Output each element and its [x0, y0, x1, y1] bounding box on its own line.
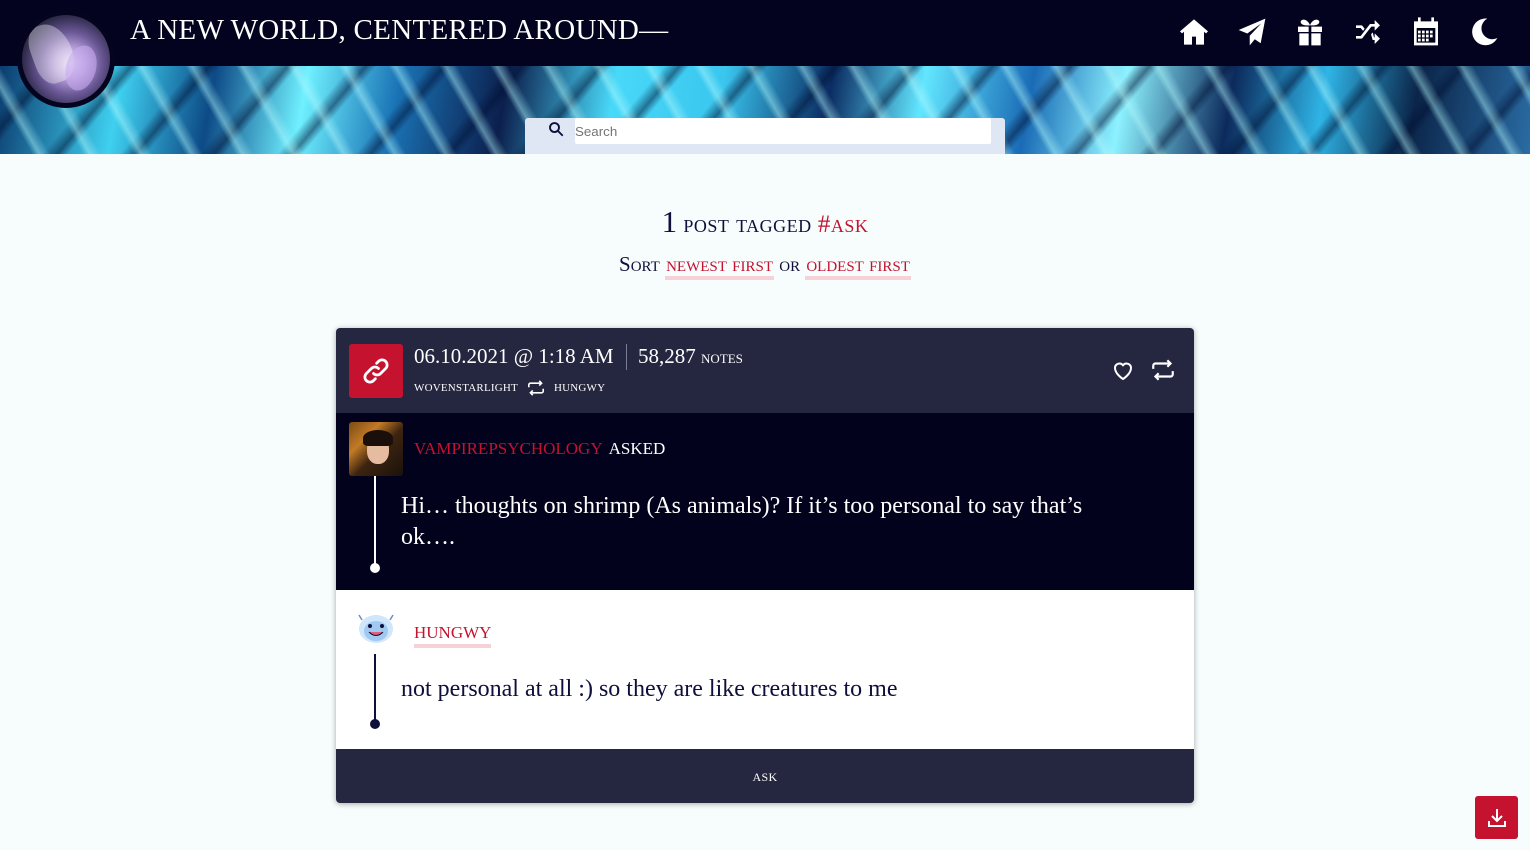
post-tags: ask [336, 749, 1194, 803]
sort-options: Sort newest first or oldest first [0, 252, 1530, 280]
sort-newest-link[interactable]: newest first [665, 252, 774, 280]
post-actions [1110, 358, 1176, 382]
ask-block: vampirepsychology asked Hi… thoughts on … [336, 413, 1194, 590]
home-icon[interactable] [1176, 14, 1212, 50]
header-divider [626, 344, 627, 370]
notes-label: notes [701, 347, 743, 368]
heart-icon [1113, 362, 1133, 381]
question-text: Hi… thoughts on shrimp (As animals)? If … [401, 493, 1083, 550]
avatar-image [22, 15, 110, 103]
answerer-avatar[interactable] [356, 612, 396, 648]
asker-avatar[interactable] [349, 422, 403, 476]
reblog-icon [527, 379, 544, 396]
top-bar: A NEW WORLD, CENTERED AROUND— [0, 0, 1530, 66]
calendar-icon[interactable] [1408, 14, 1444, 50]
thread-line [374, 654, 376, 724]
shuffle-icon[interactable] [1350, 14, 1386, 50]
thread-line [374, 476, 376, 568]
header-banner [0, 66, 1530, 154]
gift-icon[interactable] [1292, 14, 1328, 50]
post-date[interactable]: 06.10.2021 @ 1:18 AM [414, 344, 614, 369]
asked-label: asked [608, 434, 666, 460]
asker-name-link[interactable]: vampirepsychology [414, 434, 603, 460]
reblog-icon [1152, 359, 1174, 381]
sort-label: Sort [619, 252, 660, 276]
sort-oldest-link[interactable]: oldest first [805, 252, 911, 280]
blog-avatar[interactable] [17, 10, 115, 108]
tag-name: #ask [817, 211, 869, 238]
post-count: 1 [661, 204, 678, 239]
reblogged-from-link[interactable]: wovenstarlight [414, 379, 518, 396]
search-box [525, 118, 1005, 154]
ask-header: vampirepsychology asked [414, 434, 665, 461]
post-count-label: post tagged [683, 211, 812, 238]
reblog-trail: wovenstarlight hungwy [414, 379, 605, 396]
paper-plane-icon[interactable] [1234, 14, 1270, 50]
like-button[interactable] [1110, 358, 1136, 382]
search-input[interactable] [575, 118, 991, 144]
answer-text: not personal at all :) so they are like … [401, 676, 898, 702]
download-icon [1487, 808, 1506, 827]
post-header: 06.10.2021 @ 1:18 AM 58,287 notes wovens… [336, 328, 1194, 413]
tag-link-ask[interactable]: ask [753, 766, 778, 786]
thread-dot [370, 719, 380, 729]
post-permalink-button[interactable] [349, 344, 403, 398]
tag-heading: 1 post tagged #ask [0, 204, 1530, 240]
reblog-button[interactable] [1150, 358, 1176, 382]
search-icon [549, 122, 564, 137]
post: 06.10.2021 @ 1:18 AM 58,287 notes wovens… [336, 328, 1194, 803]
link-icon [363, 358, 389, 384]
thread-dot [370, 563, 380, 573]
notes-count: 58,287 [638, 344, 696, 368]
post-notes[interactable]: 58,287 notes [638, 344, 743, 369]
moon-icon[interactable] [1466, 14, 1502, 50]
download-button[interactable] [1475, 796, 1518, 839]
original-poster-link[interactable]: hungwy [554, 379, 605, 396]
answer-block: hungwy not personal at all :) so they ar… [336, 590, 1194, 749]
answerer-name-link[interactable]: hungwy [414, 618, 492, 648]
nav-bar [1176, 14, 1502, 50]
site-title[interactable]: A NEW WORLD, CENTERED AROUND— [130, 14, 668, 47]
sort-or: or [779, 252, 801, 276]
